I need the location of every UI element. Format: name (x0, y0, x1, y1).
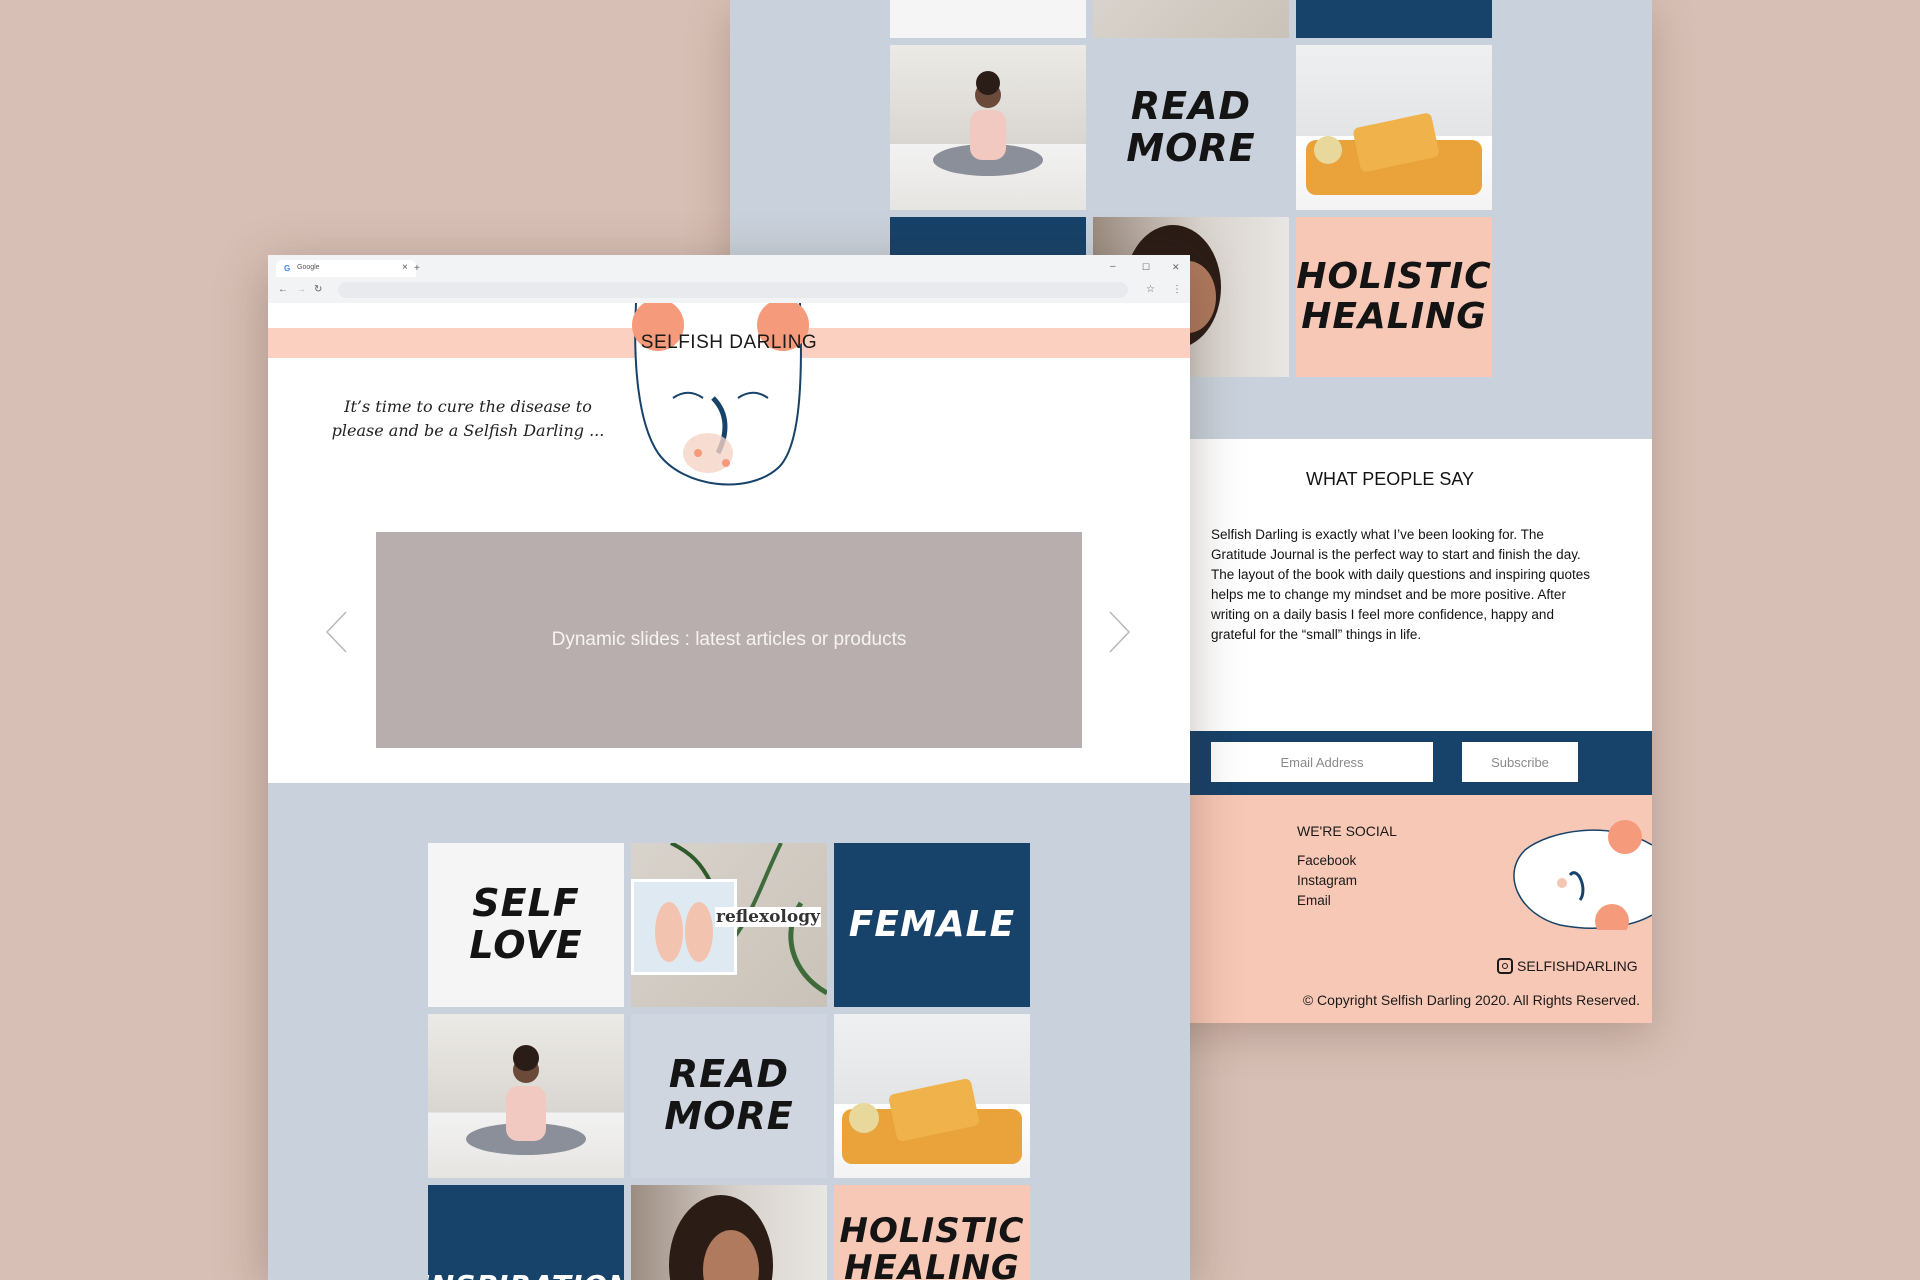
subscribe-button[interactable]: Subscribe (1462, 742, 1578, 782)
social-heading: WE'RE SOCIAL (1297, 823, 1397, 839)
tab-title: Google (297, 264, 320, 271)
browser-tab[interactable]: G Google × (276, 260, 416, 277)
feet-photo (631, 879, 737, 975)
holistic-line1: HOLISTIC (1296, 256, 1492, 298)
tagline-line2: please and be a Selfish Darling ... (331, 421, 605, 440)
inspiration-label: INSPIRATION (428, 1270, 624, 1280)
back-icon[interactable]: ← (278, 284, 288, 296)
tile-reflexology-partial[interactable] (1093, 0, 1289, 38)
email-link[interactable]: Email (1297, 891, 1357, 911)
copyright: © Copyright Selfish Darling 2020. All Ri… (1302, 992, 1640, 1008)
orange-sofa-image (1306, 113, 1482, 195)
tile-reflexology[interactable]: reflexology (631, 843, 827, 1007)
yoga-photo[interactable] (890, 45, 1086, 210)
slide-caption: Dynamic slides : latest articles or prod… (551, 629, 907, 650)
new-tab-icon[interactable]: + (414, 263, 420, 275)
feet-image (655, 902, 713, 962)
sofa-photo[interactable] (1296, 45, 1492, 210)
orange-sofa-image (842, 1078, 1022, 1164)
yoga-photo-front[interactable] (428, 1014, 624, 1178)
google-icon: G (284, 264, 291, 273)
tile-read-more[interactable]: READ MORE (1093, 45, 1289, 210)
woman-portrait-photo-front[interactable] (631, 1185, 827, 1280)
forward-icon[interactable]: → (296, 284, 306, 296)
site-title[interactable]: SELFISH DARLING (268, 328, 1190, 358)
self-love-line1: SELF (472, 881, 580, 926)
browser-chrome: G Google × + – ☐ ✕ ← → ↻ ☆ ⋮ (268, 255, 1190, 303)
testimonial-body: Selfish Darling is exactly what I’ve bee… (1211, 527, 1590, 642)
instagram-link[interactable]: Instagram (1297, 871, 1357, 891)
tile-holistic-front[interactable]: HOLISTIC HEALING (834, 1185, 1030, 1280)
minimize-icon[interactable]: – (1110, 261, 1116, 273)
tagline-line1: It’s time to cure the disease to (344, 397, 592, 416)
chevron-right-icon[interactable] (1106, 610, 1132, 654)
instagram-handle: SELFISHDARLING (1517, 958, 1638, 974)
read-more-line2: MORE (664, 1094, 794, 1138)
female-label: FEMALE (848, 904, 1016, 946)
testimonial-section: WHAT PEOPLE SAY Selfish Darling is exact… (1190, 439, 1652, 731)
holistic-line2: HEALING (844, 1248, 1020, 1280)
subscribe-bar: Email Address Subscribe (1190, 731, 1652, 795)
tile-inspiration-front[interactable]: INSPIRATION (428, 1185, 624, 1280)
tile-female[interactable]: FEMALE (834, 843, 1030, 1007)
tab-close-icon[interactable]: × (402, 262, 408, 273)
bookmark-star-icon[interactable]: ☆ (1146, 284, 1155, 296)
yoga-woman-image (466, 1045, 586, 1155)
browser-menu-icon[interactable]: ⋮ (1172, 284, 1182, 296)
reload-icon[interactable]: ↻ (314, 284, 322, 296)
tile-self-love-partial[interactable] (890, 0, 1086, 38)
read-more-line1: READ (1130, 83, 1252, 128)
holistic-line2: HEALING (1301, 296, 1487, 337)
woman-portrait-image (669, 1195, 773, 1280)
read-more-line2: MORE (1126, 125, 1256, 170)
tile-female-partial[interactable] (1296, 0, 1492, 38)
window-close-icon[interactable]: ✕ (1172, 261, 1180, 273)
browser-window: G Google × + – ☐ ✕ ← → ↻ ☆ ⋮ SELFISH DAR… (268, 255, 1190, 1280)
sofa-photo-front[interactable] (834, 1014, 1030, 1178)
instagram-icon (1497, 958, 1513, 974)
read-more-line1: READ (668, 1052, 790, 1097)
yoga-woman-image (933, 71, 1043, 176)
tile-read-more-front[interactable]: READ MORE (631, 1014, 827, 1178)
tile-self-love[interactable]: SELF LOVE (428, 843, 624, 1007)
facebook-link[interactable]: Facebook (1297, 851, 1357, 871)
address-bar[interactable] (338, 282, 1128, 298)
footer: WE'RE SOCIAL Facebook Instagram Email SE… (1190, 795, 1652, 1023)
maximize-icon[interactable]: ☐ (1142, 261, 1150, 273)
reflexology-label: reflexology (715, 907, 821, 927)
instagram-handle-row[interactable]: SELFISHDARLING (1497, 958, 1638, 974)
chevron-left-icon[interactable] (324, 610, 350, 654)
self-love-line2: LOVE (469, 923, 583, 967)
email-input[interactable]: Email Address (1211, 742, 1433, 782)
face-logo-small (1513, 820, 1652, 930)
testimonial-heading: WHAT PEOPLE SAY (1305, 469, 1475, 489)
tile-holistic-healing[interactable]: HOLISTIC HEALING (1296, 217, 1492, 377)
holistic-line1: HOLISTIC (839, 1211, 1025, 1251)
tagline: It’s time to cure the disease to please … (318, 395, 618, 443)
